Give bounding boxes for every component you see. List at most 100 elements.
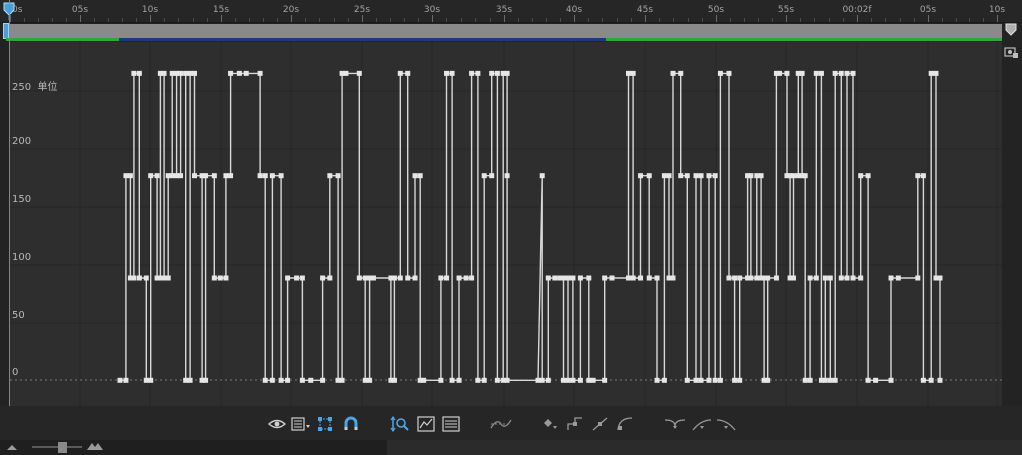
keyframe-point[interactable]: [630, 70, 636, 76]
keyframe-point[interactable]: [888, 377, 894, 383]
easy-ease-out-icon[interactable]: [716, 416, 736, 432]
keyframe-point[interactable]: [412, 173, 418, 179]
keyframe-point[interactable]: [481, 377, 487, 383]
keyframe-point[interactable]: [748, 173, 754, 179]
keyframe-point[interactable]: [223, 173, 229, 179]
keyframe-point[interactable]: [217, 275, 223, 281]
keyframe-point[interactable]: [754, 275, 760, 281]
keyframe-point[interactable]: [539, 173, 545, 179]
keyframe-point[interactable]: [131, 70, 137, 76]
keyframe-point[interactable]: [712, 377, 718, 383]
keyframe-point[interactable]: [421, 377, 427, 383]
keyframe-point[interactable]: [670, 275, 676, 281]
keyframe-point[interactable]: [670, 70, 676, 76]
keyframe-point[interactable]: [299, 275, 305, 281]
keyframe-point[interactable]: [504, 70, 510, 76]
transform-box-icon[interactable]: [317, 416, 333, 432]
keyframe-point[interactable]: [278, 377, 284, 383]
keyframe-point[interactable]: [165, 275, 171, 281]
keyframe-point[interactable]: [187, 70, 193, 76]
keyframe-point[interactable]: [684, 377, 690, 383]
keyframe-point[interactable]: [192, 70, 198, 76]
keyframe-point[interactable]: [937, 377, 943, 383]
zoom-slider-thumb[interactable]: [58, 442, 67, 453]
keyframe-point[interactable]: [844, 70, 850, 76]
keyframe-point[interactable]: [661, 377, 667, 383]
keyframe-point[interactable]: [143, 275, 149, 281]
keyframe-point[interactable]: [698, 173, 704, 179]
keyframe-point[interactable]: [661, 173, 667, 179]
keyframe-point[interactable]: [678, 70, 684, 76]
keyframe-point[interactable]: [203, 377, 209, 383]
keyframe-point[interactable]: [784, 70, 790, 76]
keyframe-point[interactable]: [560, 275, 566, 281]
keyframe-point[interactable]: [456, 377, 462, 383]
keyframe-point[interactable]: [928, 377, 934, 383]
keyframe-point[interactable]: [654, 275, 660, 281]
zoom-in-icon[interactable]: [86, 441, 104, 451]
keyframe-point[interactable]: [630, 275, 636, 281]
linear-keyframe-icon[interactable]: [591, 416, 609, 432]
keyframe-point[interactable]: [873, 377, 879, 383]
keyframe-point[interactable]: [131, 275, 137, 281]
keyframe-point[interactable]: [438, 275, 444, 281]
keyframe-point[interactable]: [560, 377, 566, 383]
keyframe-point[interactable]: [726, 70, 732, 76]
keyframe-point[interactable]: [504, 173, 510, 179]
keyframe-point[interactable]: [262, 173, 268, 179]
keyframe-point[interactable]: [469, 70, 475, 76]
fit-all-icon[interactable]: [417, 416, 435, 432]
keyframe-point[interactable]: [356, 70, 362, 76]
keyframe-point[interactable]: [335, 173, 341, 179]
keyframe-point[interactable]: [356, 275, 362, 281]
keyframe-point[interactable]: [269, 173, 275, 179]
keyframe-point[interactable]: [773, 275, 779, 281]
keyframe-point[interactable]: [737, 275, 743, 281]
keyframe-point[interactable]: [236, 70, 242, 76]
keyframe-point[interactable]: [915, 275, 921, 281]
hold-keyframe-icon[interactable]: [566, 416, 584, 432]
keyframe-point[interactable]: [732, 275, 738, 281]
keyframe-point[interactable]: [915, 173, 921, 179]
keyframe-point[interactable]: [706, 173, 712, 179]
keyframe-point[interactable]: [449, 70, 455, 76]
keyframe-point[interactable]: [161, 70, 167, 76]
eye-icon[interactable]: [268, 416, 286, 432]
keyframe-point[interactable]: [417, 173, 423, 179]
keyframe-point[interactable]: [838, 275, 844, 281]
keyframe-point[interactable]: [717, 70, 723, 76]
value-graph[interactable]: [10, 42, 1002, 406]
keyframe-point[interactable]: [257, 173, 263, 179]
keyframe-point[interactable]: [148, 173, 154, 179]
keyframe-point[interactable]: [412, 275, 418, 281]
keyframe-point[interactable]: [838, 70, 844, 76]
edit-keyframe-icon[interactable]: [542, 416, 558, 432]
keyframe-point[interactable]: [169, 173, 175, 179]
keyframe-point[interactable]: [933, 70, 939, 76]
keyframe-point[interactable]: [602, 275, 608, 281]
keyframe-point[interactable]: [654, 377, 660, 383]
keyframe-point[interactable]: [362, 377, 368, 383]
keyframe-point[interactable]: [586, 275, 592, 281]
keyframe-point[interactable]: [586, 377, 592, 383]
keyframe-point[interactable]: [552, 275, 558, 281]
keyframe-point[interactable]: [758, 173, 764, 179]
keyframe-point[interactable]: [183, 70, 189, 76]
keyframe-point[interactable]: [463, 275, 469, 281]
keyframe-point[interactable]: [391, 377, 397, 383]
keyframe-point[interactable]: [693, 377, 699, 383]
keyframe-point[interactable]: [865, 173, 871, 179]
keyframe-point[interactable]: [308, 377, 314, 383]
keyframe-point[interactable]: [469, 275, 475, 281]
keyframe-point[interactable]: [732, 377, 738, 383]
keyframe-point[interactable]: [294, 275, 300, 281]
keyframe-point[interactable]: [343, 70, 349, 76]
keyframe-point[interactable]: [565, 275, 571, 281]
keyframe-point[interactable]: [154, 173, 160, 179]
keyframe-point[interactable]: [712, 173, 718, 179]
keyframe-point[interactable]: [539, 377, 545, 383]
keyframe-point[interactable]: [646, 275, 652, 281]
snapshot-icon[interactable]: [1004, 46, 1018, 58]
keyframe-point[interactable]: [693, 173, 699, 179]
keyframe-point[interactable]: [143, 377, 149, 383]
